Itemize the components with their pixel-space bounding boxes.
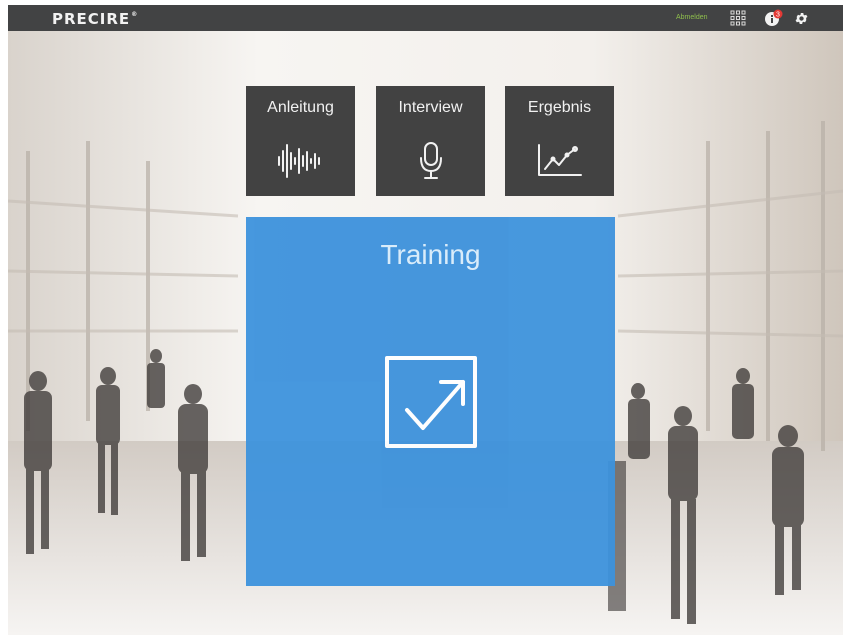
tile-interview[interactable]: Interview (376, 86, 485, 196)
line-chart-icon (538, 144, 582, 176)
tile-ergebnis-label: Ergebnis (527, 99, 592, 116)
gear-icon[interactable] (794, 11, 809, 26)
notification-count: 3 (776, 12, 780, 19)
tile-interview-label: Interview (398, 99, 463, 116)
training-title: Training (380, 239, 481, 270)
logout-link[interactable]: Abmelden (676, 14, 708, 21)
audio-wave-icon (278, 144, 320, 178)
app-window: PRECIRE® Abmelden 3 Anleitung Interview … (8, 5, 843, 635)
microphone-icon (420, 142, 442, 179)
tile-ergebnis[interactable]: Ergebnis (505, 86, 614, 196)
training-card[interactable]: Training (246, 217, 615, 586)
tile-anleitung[interactable]: Anleitung (246, 86, 355, 196)
brand-logo-text: PRECIRE (52, 10, 131, 28)
registered-mark: ® (131, 11, 139, 18)
brand-logo: PRECIRE® (52, 10, 138, 28)
top-navigation-bar: PRECIRE® Abmelden 3 (8, 5, 843, 31)
apps-grid-icon[interactable] (730, 10, 746, 26)
tile-anleitung-label: Anleitung (267, 99, 334, 116)
open-external-icon (385, 356, 477, 448)
info-icon[interactable]: 3 (764, 9, 783, 27)
